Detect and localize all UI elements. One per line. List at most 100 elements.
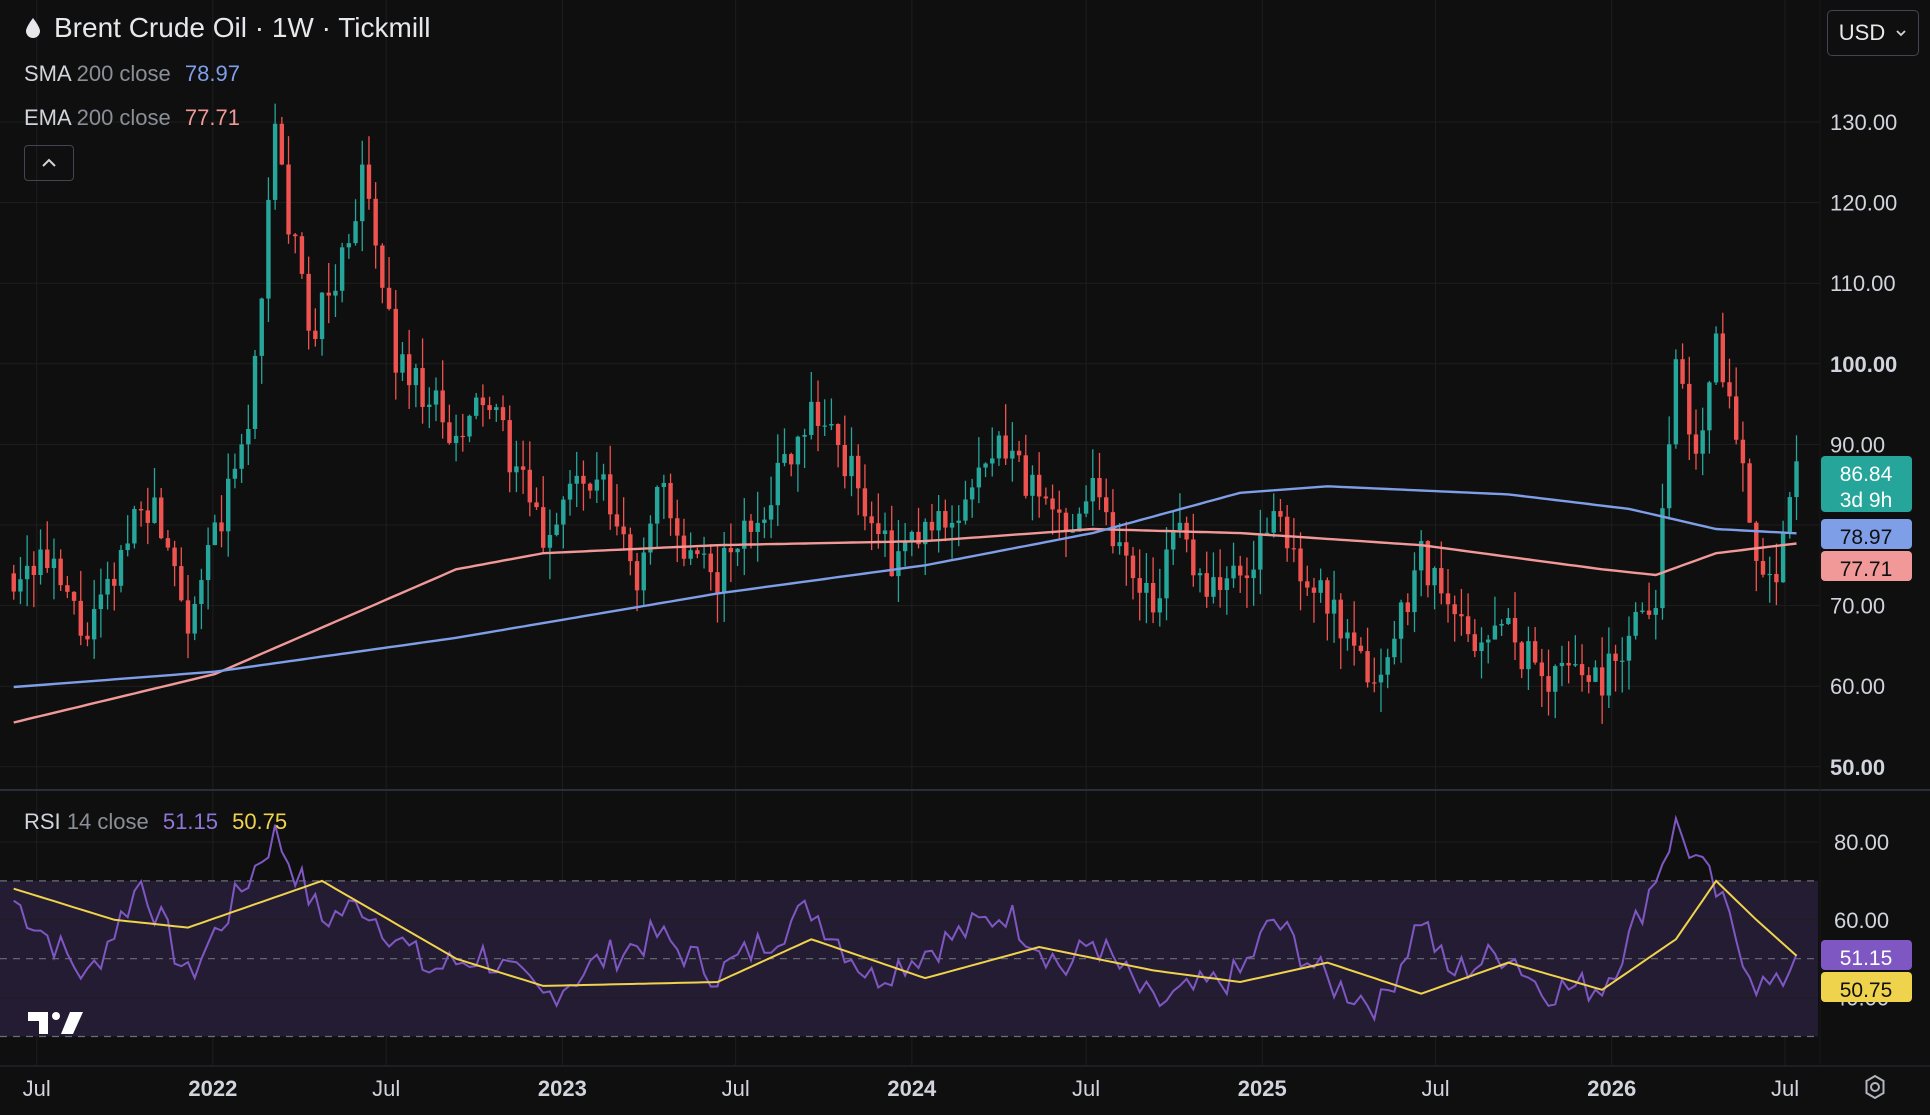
candle-body [1445, 593, 1451, 605]
currency-selector[interactable]: USD [1827, 10, 1919, 56]
candle-body [360, 164, 365, 222]
time-tick-label: Jul [1072, 1076, 1100, 1101]
candle-body [1238, 565, 1243, 576]
candle-body [393, 308, 398, 373]
candle-body [105, 578, 110, 595]
candle-body [1144, 582, 1149, 593]
time-tick-label: Jul [1771, 1076, 1799, 1101]
candle-body [527, 469, 533, 503]
time-tick-label: Jul [372, 1076, 400, 1101]
candle-body [634, 561, 640, 591]
candle-body [199, 580, 204, 604]
candle-body [1083, 501, 1089, 514]
candle-body [1325, 580, 1330, 614]
candle-body [1284, 516, 1290, 549]
tradingview-logo[interactable] [26, 1008, 86, 1043]
chart-settings-button[interactable] [1856, 1070, 1894, 1104]
candle-body [514, 466, 519, 473]
candle-body [608, 474, 613, 515]
candle-body [266, 199, 271, 299]
candle-body [869, 516, 874, 524]
candle-body [1606, 653, 1612, 696]
candle-body [956, 520, 961, 523]
sma-legend[interactable]: SMA 200 close 78.97 [24, 61, 240, 87]
candle-body [1311, 587, 1317, 593]
rsi-legend[interactable]: RSI 14 close 51.15 50.75 [24, 809, 287, 835]
candle-body [755, 522, 760, 532]
ema-value: 77.71 [184, 105, 240, 130]
candle-body [145, 510, 150, 523]
candle-body [1452, 604, 1457, 615]
candle-body [1700, 430, 1705, 454]
sma-value: 78.97 [184, 61, 240, 86]
candle-body [1130, 555, 1136, 579]
candle [1787, 491, 1793, 539]
candle-body [1532, 641, 1538, 663]
symbol-title: Brent Crude Oil · 1W · Tickmill [54, 12, 431, 43]
candle-body [1425, 541, 1431, 586]
candle-body [1633, 611, 1638, 636]
candle-body [78, 600, 83, 636]
candle-body [473, 397, 479, 416]
candle [1747, 458, 1752, 523]
candle-body [172, 547, 177, 567]
candle-body [708, 553, 713, 573]
candle-body [782, 454, 787, 463]
candle-body [862, 488, 868, 517]
candle-body [1164, 549, 1169, 599]
ema-badge: 77.71 [1821, 551, 1912, 581]
collapse-legend-button[interactable] [24, 145, 74, 181]
candle-body [581, 475, 586, 484]
candle-body [1271, 511, 1276, 533]
candle-body [373, 198, 378, 246]
candle-body [293, 234, 298, 237]
candle-body [641, 552, 646, 591]
ema-legend[interactable]: EMA 200 close 77.71 [24, 105, 240, 131]
candle-body [1124, 542, 1129, 556]
candle-body [829, 424, 834, 426]
chevron-down-icon [1896, 30, 1906, 37]
candle-body [735, 548, 740, 553]
candle-body [1097, 477, 1102, 498]
candle-body [45, 549, 50, 569]
rsi-ma-value: 50.75 [232, 809, 288, 834]
candle-body [433, 390, 439, 405]
last-price-badge: 86.84 3d 9h [1821, 456, 1912, 512]
chart-root[interactable]: 130.00 120.00 110.00 100.00 90.00 70.00 60.00 5… [0, 0, 1930, 1115]
candle-body [1546, 676, 1551, 692]
candle-body [1331, 599, 1337, 614]
candle-body [1150, 582, 1156, 613]
candle-body [212, 522, 218, 546]
candle-body [1680, 359, 1685, 384]
candle-body [366, 164, 372, 199]
price-tick-label: 100.00 [1830, 352, 1897, 377]
candle-body [990, 458, 995, 464]
chart-canvas[interactable]: 130.00 120.00 110.00 100.00 90.00 70.00 60.00 5… [0, 0, 1930, 1115]
rsi-value: 51.15 [162, 809, 218, 834]
ema-params: 200 close [76, 105, 171, 130]
candle-body [802, 434, 807, 437]
rsi-band [0, 880, 1818, 1037]
time-tick-label: Jul [23, 1076, 51, 1101]
candle-body [1251, 569, 1256, 579]
candle-body [695, 550, 700, 555]
candle-body [1432, 567, 1437, 586]
price-tick-label: 70.00 [1830, 594, 1885, 619]
candle-body [1566, 662, 1571, 666]
candle-body [1519, 642, 1524, 670]
candle-body [1539, 662, 1545, 677]
candle [118, 545, 124, 593]
candle-body [1740, 439, 1746, 464]
candle-body [1338, 599, 1343, 639]
candle-body [1171, 529, 1176, 550]
candle-body [1707, 382, 1712, 431]
candle-body [1345, 632, 1350, 639]
candle-body [1486, 639, 1491, 643]
candle-body [1506, 617, 1511, 624]
candle-body [688, 550, 693, 559]
candle-body [715, 572, 720, 594]
candle-body [882, 530, 888, 535]
candle-body [51, 558, 57, 569]
chart-title[interactable]: Brent Crude Oil · 1W · Tickmill [24, 12, 431, 44]
candle-body [1526, 641, 1531, 670]
